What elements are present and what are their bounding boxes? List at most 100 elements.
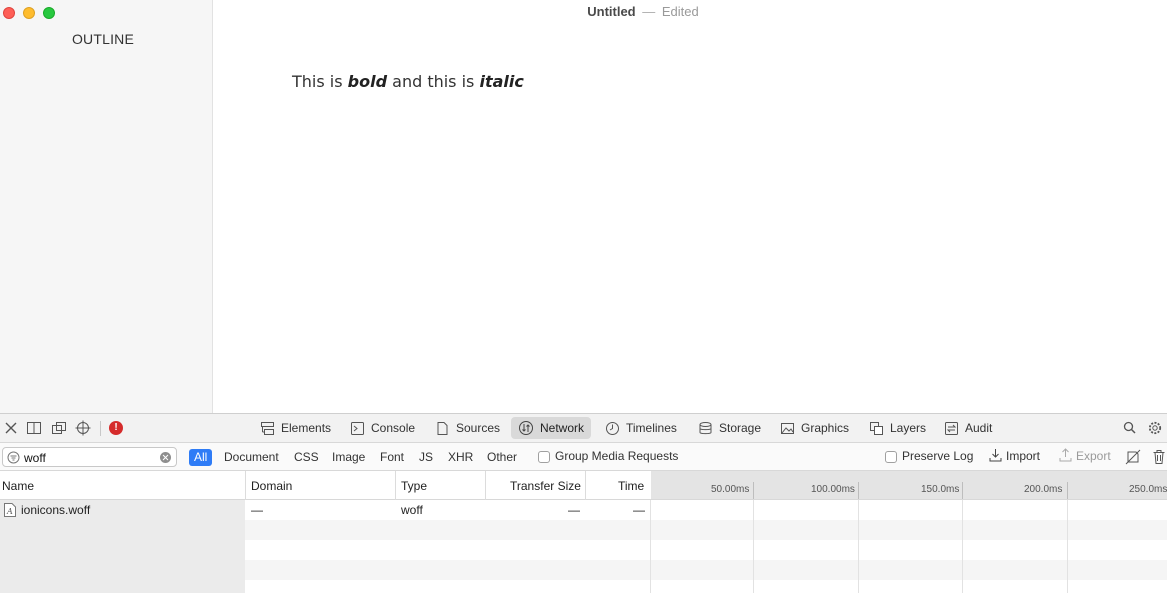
timeline-grid-line xyxy=(858,500,859,593)
tab-graphics[interactable]: Graphics xyxy=(773,417,856,439)
filter-input-value: woff xyxy=(24,451,46,465)
tab-label: Timelines xyxy=(626,421,677,435)
minimize-window-button[interactable] xyxy=(23,7,35,19)
name-cell-bg xyxy=(0,540,245,560)
detach-window-icon[interactable] xyxy=(51,420,67,436)
timelines-icon xyxy=(606,421,619,435)
element-picker-icon[interactable] xyxy=(75,420,91,436)
table-row xyxy=(0,580,1167,593)
dock-side-icon[interactable] xyxy=(26,420,42,436)
timeline-grid-line xyxy=(753,500,754,593)
column-name[interactable]: Name xyxy=(2,479,34,493)
storage-icon xyxy=(699,421,712,434)
preserve-log-checkbox[interactable] xyxy=(885,451,897,463)
timeline-grid-line xyxy=(1067,500,1068,593)
tab-storage[interactable]: Storage xyxy=(691,417,768,439)
column-time[interactable]: Time xyxy=(618,479,644,493)
timeline-tick-line xyxy=(1067,482,1068,499)
table-row[interactable]: A ionicons.woff — woff — — xyxy=(0,500,1167,520)
maximize-window-button[interactable] xyxy=(43,7,55,19)
filter-type-other[interactable]: Other xyxy=(482,449,522,466)
tab-timelines[interactable]: Timelines xyxy=(598,417,684,439)
filter-type-font[interactable]: Font xyxy=(375,449,409,466)
tab-console[interactable]: Console xyxy=(343,417,422,439)
row-bg xyxy=(245,560,1167,580)
filter-type-css[interactable]: CSS xyxy=(289,449,324,466)
italic-text: italic xyxy=(479,72,524,91)
edited-status: Edited xyxy=(661,4,699,19)
svg-text:A: A xyxy=(6,507,13,516)
text-middle: and this is xyxy=(387,72,480,91)
import-icon xyxy=(989,448,1002,465)
search-icon[interactable] xyxy=(1122,420,1138,436)
import-button[interactable]: Import xyxy=(1006,449,1040,463)
timeline-tick: 250.0ms xyxy=(1129,484,1167,495)
column-domain[interactable]: Domain xyxy=(251,479,292,493)
export-button[interactable]: Export xyxy=(1076,449,1111,463)
text-prefix: This is xyxy=(292,72,348,91)
request-time: — xyxy=(633,503,645,517)
tab-label: Audit xyxy=(965,421,993,435)
audit-icon xyxy=(945,421,958,435)
filter-type-document[interactable]: Document xyxy=(219,449,284,466)
timeline-tick: 150.0ms xyxy=(921,484,960,495)
filter-icon xyxy=(7,451,20,464)
column-type[interactable]: Type xyxy=(401,479,427,493)
filter-type-all[interactable]: All xyxy=(189,449,213,466)
group-media-checkbox[interactable] xyxy=(538,451,550,463)
layers-icon xyxy=(870,421,883,435)
tab-audit[interactable]: Audit xyxy=(937,417,999,439)
table-row xyxy=(0,540,1167,560)
tab-sources[interactable]: Sources xyxy=(428,417,507,439)
filter-input[interactable]: woff xyxy=(2,447,177,467)
error-badge-icon[interactable]: ! xyxy=(109,421,123,435)
tab-label: Storage xyxy=(719,421,762,435)
app-window: OUTLINE Untitled — Edited This is bold a… xyxy=(0,0,1167,593)
console-icon xyxy=(351,421,364,435)
column-divider[interactable] xyxy=(245,471,246,500)
preserve-log-label: Preserve Log xyxy=(902,449,974,463)
tab-network[interactable]: Network xyxy=(511,417,592,439)
close-inspector-icon[interactable] xyxy=(3,420,19,436)
disable-cache-icon[interactable] xyxy=(1125,449,1141,465)
column-divider[interactable] xyxy=(585,471,586,500)
column-divider[interactable] xyxy=(395,471,396,500)
sources-icon xyxy=(437,421,448,435)
filter-type-xhr[interactable]: XHR xyxy=(443,449,478,466)
table-row xyxy=(0,520,1167,540)
elements-icon xyxy=(261,421,274,435)
row-bg xyxy=(245,520,1167,540)
title-separator: — xyxy=(642,4,656,19)
font-file-icon: A xyxy=(4,503,16,517)
export-icon xyxy=(1059,448,1072,465)
gear-icon[interactable] xyxy=(1147,420,1163,436)
outline-sidebar: OUTLINE xyxy=(0,0,213,413)
clear-filter-icon[interactable] xyxy=(160,452,171,463)
tab-label: Console xyxy=(371,421,416,435)
network-filter-bar: woff All Document CSS Image Font JS XHR … xyxy=(0,443,1167,471)
timeline-tick-line xyxy=(753,482,754,499)
request-type: woff xyxy=(401,503,423,517)
timeline-tick-line xyxy=(858,482,859,499)
graphics-icon xyxy=(781,422,794,434)
tab-elements[interactable]: Elements xyxy=(253,417,338,439)
close-window-button[interactable] xyxy=(3,7,15,19)
network-request-list: A ionicons.woff — woff — — xyxy=(0,500,1167,593)
filter-type-js[interactable]: JS xyxy=(414,449,438,466)
trash-icon[interactable] xyxy=(1151,449,1167,465)
tab-label: Network xyxy=(540,421,585,435)
editor-paragraph[interactable]: This is bold and this is italic xyxy=(292,72,524,91)
timeline-tick: 50.00ms xyxy=(711,484,750,495)
timeline-tick: 200.0ms xyxy=(1024,484,1063,495)
timeline-ruler: 50.00ms 100.00ms 150.0ms 200.0ms 250.0ms xyxy=(651,471,1167,499)
bold-text: bold xyxy=(347,72,388,91)
filter-type-image[interactable]: Image xyxy=(327,449,370,466)
tab-label: Graphics xyxy=(801,421,850,435)
toolbar-divider xyxy=(100,421,101,436)
tab-layers[interactable]: Layers xyxy=(862,417,933,439)
table-row xyxy=(0,560,1167,580)
column-divider[interactable] xyxy=(485,471,486,500)
window-title: Untitled — Edited xyxy=(213,4,1073,19)
name-cell-bg xyxy=(0,560,245,580)
column-transfer-size[interactable]: Transfer Size xyxy=(510,479,581,493)
